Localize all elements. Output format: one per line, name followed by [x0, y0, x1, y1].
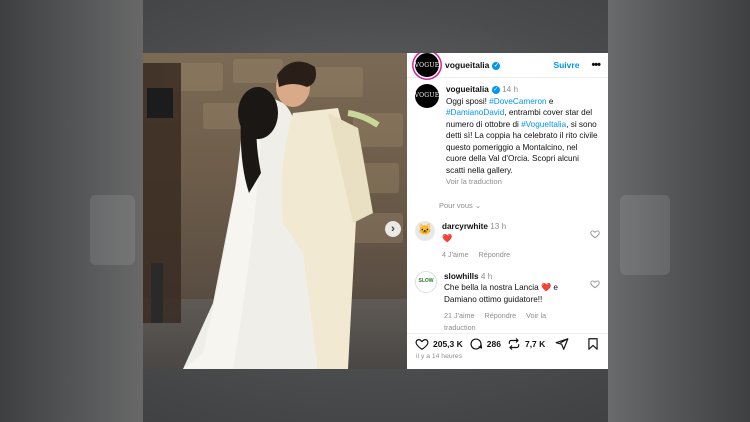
caption-time: 14 h	[502, 85, 518, 95]
post-side-panel: VOGUE vogueitalia ✓ Suivre ••• VOGUE vogu…	[407, 53, 608, 369]
caption-text: Oggi sposi!	[446, 96, 490, 106]
comment-likes[interactable]: 4 J'aime	[442, 250, 469, 259]
verified-badge-icon: ✓	[492, 61, 501, 70]
comment-time: 4 h	[480, 271, 493, 281]
verified-badge-icon: ✓	[491, 85, 500, 94]
bookmark-icon[interactable]	[586, 337, 600, 351]
post-date: il y a 14 heures	[416, 353, 463, 360]
post-actions-bar: 205,3 K 286 7,7 K	[407, 333, 608, 353]
for-you-filter[interactable]: Pour vous ⌄	[439, 200, 600, 212]
follow-button[interactable]: Suivre	[553, 60, 579, 70]
repost-action[interactable]: 7,7 K	[507, 337, 545, 351]
more-options-icon[interactable]: •••	[591, 59, 601, 71]
caption-avatar[interactable]: VOGUE	[415, 84, 439, 109]
hashtag-link[interactable]: #VogueItalia	[521, 120, 566, 129]
commenter-avatar[interactable]: SLOW	[415, 270, 437, 293]
reply-button[interactable]: Répondre	[485, 311, 517, 320]
like-action[interactable]: 205,3 K	[415, 337, 463, 351]
caption-username[interactable]: vogueitalia	[446, 85, 489, 94]
background-ghost	[620, 195, 670, 275]
comments-count: 286	[486, 338, 501, 349]
likes-count: 205,3 K	[433, 338, 463, 349]
post-author-username[interactable]: vogueitalia ✓	[445, 60, 501, 70]
heart-icon	[415, 338, 429, 350]
like-comment-icon[interactable]	[590, 279, 600, 289]
comment-action[interactable]: 286	[469, 337, 501, 351]
like-comment-icon[interactable]	[590, 229, 600, 239]
comment-text: Che bella la nostra Lancia ❤️ e Damiano …	[444, 283, 558, 304]
share-icon[interactable]	[555, 337, 569, 351]
comment-username[interactable]: darcyrwhite	[442, 222, 488, 231]
instagram-post-card: › VOGUE vogueitalia ✓ Suivre ••• VOGUE vo…	[143, 53, 608, 369]
see-translation-link[interactable]: Voir la traduction	[446, 177, 502, 186]
chevron-down-icon: ⌄	[474, 200, 482, 210]
comment-item: SLOW slowhills 4 h Che bella la nostra L…	[415, 270, 600, 334]
hashtag-link[interactable]: #DamianoDavid	[446, 108, 504, 117]
reposts-count: 7,7 K	[524, 338, 546, 349]
caption-text: e	[546, 96, 554, 106]
vogueitalia-avatar[interactable]: VOGUE	[415, 53, 439, 78]
repost-icon	[508, 337, 520, 350]
comment-icon	[470, 338, 482, 350]
comment-item: 🐱 darcyrwhite 13 h ❤️ 4 J'aime Répondre	[415, 221, 600, 261]
next-image-button[interactable]: ›	[385, 221, 401, 237]
comment-time: 13 h	[490, 222, 507, 232]
post-photo[interactable]: ›	[143, 53, 407, 369]
couple-illustration	[143, 61, 380, 369]
post-header: VOGUE vogueitalia ✓ Suivre •••	[407, 53, 608, 79]
hashtag-link[interactable]: #DoveCameron	[489, 97, 546, 106]
comment-text: ❤️	[442, 233, 453, 243]
comment-username[interactable]: slowhills	[444, 272, 479, 281]
background-ghost	[90, 195, 135, 265]
reply-button[interactable]: Répondre	[479, 250, 511, 259]
commenter-avatar[interactable]: 🐱	[415, 221, 435, 242]
caption: VOGUE vogueitalia ✓ 14 h Oggi sposi! #Dov…	[415, 84, 600, 188]
comment-likes[interactable]: 21 J'aime	[444, 311, 475, 320]
comments-section: VOGUE vogueitalia ✓ 14 h Oggi sposi! #Dov…	[407, 78, 608, 333]
